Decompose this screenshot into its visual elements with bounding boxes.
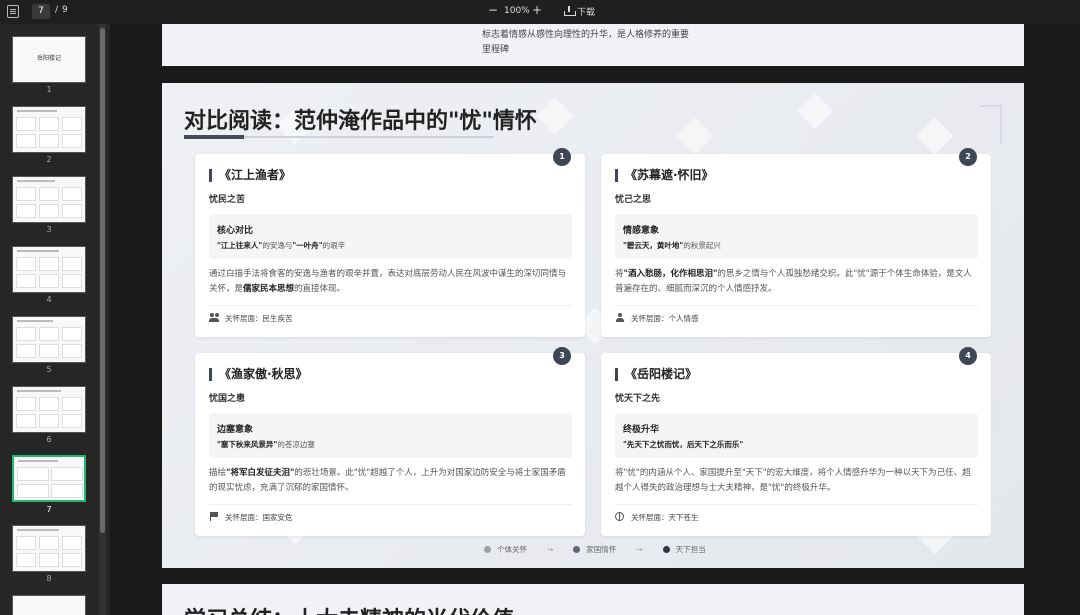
next-slide-fragment: 学习总结：士大夫精神的当代价值 [162, 584, 1024, 615]
box-text: "碧云天，黄叶地"的秋景起兴 [623, 241, 721, 250]
flag-icon [209, 512, 219, 521]
corner-decoration [980, 105, 1002, 145]
card-footer: 关怀层面：个人情感 [615, 313, 699, 324]
zoom-level: 100% [504, 6, 530, 16]
thumbnail-number: 2 [46, 155, 52, 164]
card-subtitle: 忧民之苦 [209, 195, 246, 205]
arrow-icon: → [547, 545, 554, 554]
prev-slide-text: 里程碑 [482, 45, 510, 55]
sidebar-toggle-icon[interactable] [7, 5, 19, 18]
card-body: 通过白描手法将食客的安逸与渔者的艰辛并置，表达对底层劳动人民在风波中谋生的深切同… [209, 269, 567, 294]
thumbnail-page-8[interactable] [12, 525, 86, 572]
thumbnail-page-2[interactable] [12, 106, 86, 153]
card-number-badge: 4 [959, 347, 977, 365]
legend-item: 天下担当 [662, 544, 706, 555]
current-page-input[interactable]: 7 [32, 4, 50, 19]
card-body: 将"忧"的内涵从个人、家国提升至"天下"的宏大维度，将个人情感升华为一种以天下为… [615, 468, 971, 493]
thumbnail-page-9[interactable] [12, 595, 86, 615]
document-viewer: 标志着情感从感性向理性的升华，是人格修养的重要 里程碑 对比阅读：范仲淹作品中的… [110, 24, 1080, 615]
card-footer: 关怀层面：民生疾苦 [209, 313, 293, 324]
current-slide: 对比阅读：范仲淹作品中的"忧"情怀 1 《江上渔者》 忧民之苦 核心对比 "江上… [162, 83, 1024, 568]
comparison-card: 2 《苏幕遮·怀旧》 忧己之思 情感意象 "碧云天，黄叶地"的秋景起兴 将"酒入… [601, 148, 991, 337]
card-subtitle: 忧己之思 [615, 195, 652, 205]
page-separator: / [55, 5, 59, 15]
card-highlight-box: 终极升华 "先天下之忧而忧，后天下之乐而乐" [615, 413, 978, 458]
card-title: 《江上渔者》 [209, 169, 291, 182]
card-subtitle: 忧天下之先 [615, 394, 661, 404]
zoom-out-button[interactable]: − [488, 3, 498, 17]
card-subtitle: 忧国之患 [209, 394, 246, 404]
previous-slide-fragment: 标志着情感从感性向理性的升华，是人格修养的重要 里程碑 [162, 24, 1024, 66]
thumbnail-title: 岳阳楼记 [36, 55, 61, 62]
globe-icon [615, 512, 625, 521]
box-text: "塞下秋来风景异"的苍凉边塞 [217, 440, 315, 449]
legend-dot [484, 546, 491, 553]
card-highlight-box: 情感意象 "碧云天，黄叶地"的秋景起兴 [615, 214, 978, 259]
next-slide-title: 学习总结：士大夫精神的当代价值 [184, 602, 514, 615]
download-button[interactable]: 下载 [564, 5, 595, 18]
comparison-card: 4 《岳阳楼记》 忧天下之先 终极升华 "先天下之忧而忧，后天下之乐而乐" 将"… [601, 347, 991, 536]
thumbnail-number: 1 [46, 85, 52, 94]
thumbnail-page-6[interactable] [12, 386, 86, 433]
download-icon [564, 6, 576, 16]
thumbnail-page-4[interactable] [12, 246, 86, 293]
thumbnail-sidebar: 岳阳楼记 1 2 3 4 5 6 7 8 [0, 24, 110, 615]
download-label: 下载 [577, 8, 596, 18]
legend-item: 家国情怀 [573, 544, 616, 555]
thumbnail-page-5[interactable] [12, 316, 86, 363]
top-toolbar: 7 / 9 − 100% + 下载 [0, 0, 1080, 24]
thumbnail-page-3[interactable] [12, 176, 86, 223]
legend-item: 个体关怀 [484, 544, 527, 555]
progression-legend: 个体关怀 → 家国情怀 → 天下担当 [484, 544, 726, 555]
arrow-icon: → [636, 545, 643, 554]
card-number-badge: 1 [553, 148, 571, 166]
card-footer: 关怀层面：天下苍生 [615, 512, 699, 523]
total-pages: 9 [62, 5, 68, 15]
card-footer: 关怀层面：国家安危 [209, 512, 293, 523]
card-number-badge: 2 [959, 148, 977, 166]
thumbnail-number: 5 [46, 365, 52, 374]
zoom-in-button[interactable]: + [532, 3, 542, 17]
box-heading: 终极升华 [623, 425, 660, 435]
card-title: 《渔家傲·秋思》 [209, 368, 308, 381]
prev-slide-text: 标志着情感从感性向理性的升华，是人格修养的重要 [482, 30, 690, 40]
title-accent-bar [184, 135, 244, 139]
card-title: 《岳阳楼记》 [615, 368, 697, 381]
legend-dot [662, 546, 670, 553]
comparison-card: 3 《渔家傲·秋思》 忧国之患 边塞意象 "塞下秋来风景异"的苍凉边塞 描绘"将… [195, 347, 585, 536]
card-body: 描绘"将军白发征夫泪"的悲壮场景。此"忧"超越了个人，上升为对国家边防安全与将士… [209, 468, 566, 493]
box-heading: 核心对比 [217, 226, 254, 236]
thumbnail-number: 4 [46, 295, 52, 304]
card-highlight-box: 核心对比 "江上往来人"的安逸与"一叶舟"的艰辛 [209, 214, 572, 259]
comparison-card: 1 《江上渔者》 忧民之苦 核心对比 "江上往来人"的安逸与"一叶舟"的艰辛 通… [195, 148, 585, 337]
thumbnail-number: 8 [46, 574, 52, 583]
thumbnail-number: 7 [46, 505, 52, 514]
box-text: "江上往来人"的安逸与"一叶舟"的艰辛 [217, 241, 346, 250]
thumbnail-page-1[interactable]: 岳阳楼记 [12, 36, 86, 83]
box-text: "先天下之忧而忧，后天下之乐而乐" [623, 440, 744, 449]
legend-dot [573, 546, 581, 553]
thumbnail-number: 6 [46, 435, 52, 444]
box-heading: 情感意象 [623, 226, 660, 236]
card-highlight-box: 边塞意象 "塞下秋来风景异"的苍凉边塞 [209, 413, 572, 458]
card-divider [615, 305, 978, 306]
card-divider [615, 504, 978, 505]
thumbnail-page-7[interactable] [12, 455, 86, 502]
slide-title: 对比阅读：范仲淹作品中的"忧"情怀 [184, 109, 537, 134]
card-body: 将"酒入愁肠，化作相思泪"的思乡之情与个人孤独愁绪交织。此"忧"源于个体生命体验… [615, 269, 972, 294]
card-title: 《苏幕遮·怀旧》 [615, 169, 714, 182]
box-heading: 边塞意象 [217, 425, 254, 435]
card-number-badge: 3 [553, 347, 571, 365]
thumbnail-number: 3 [46, 225, 52, 234]
card-divider [209, 305, 572, 306]
person-icon [615, 313, 625, 322]
card-divider [209, 504, 572, 505]
sidebar-scrollbar-thumb[interactable] [100, 28, 105, 533]
people-icon [209, 313, 219, 322]
